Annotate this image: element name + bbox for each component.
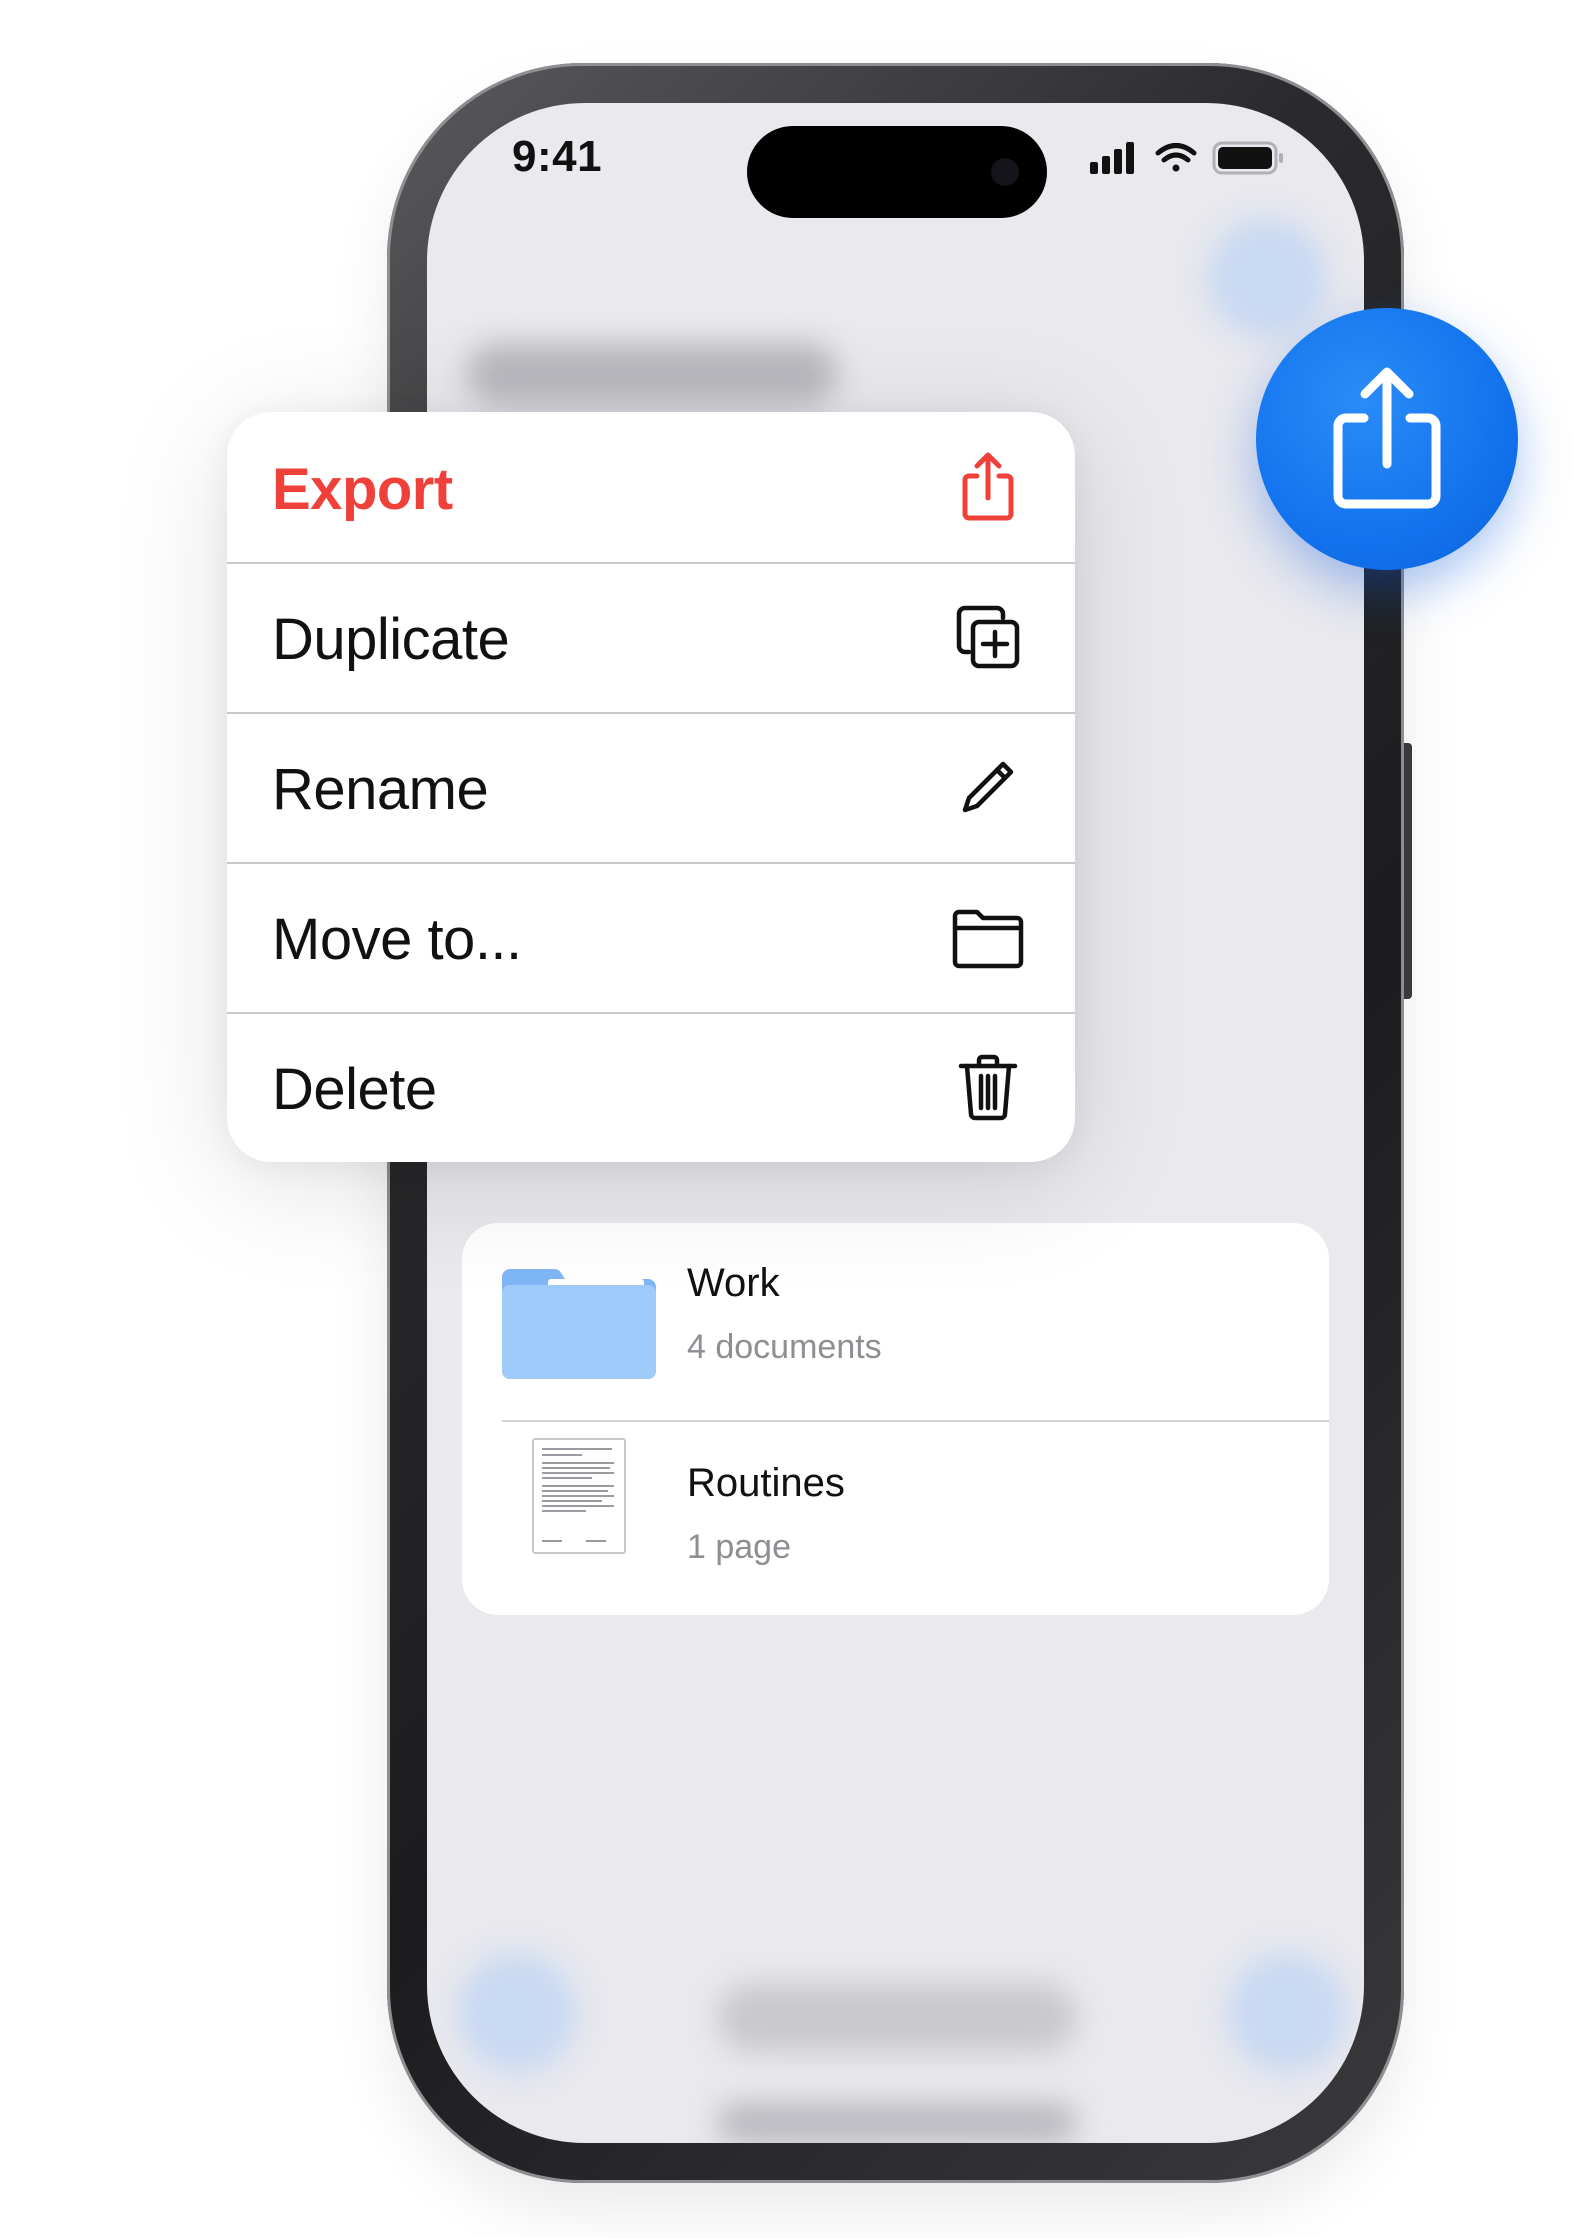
- duplicate-icon: [956, 605, 1020, 669]
- status-time: 9:41: [512, 132, 603, 181]
- menu-item-rename[interactable]: Rename: [227, 712, 1075, 862]
- menu-item-label: Rename: [272, 757, 489, 822]
- cellular-signal-icon: [1090, 142, 1134, 174]
- list-item-routines[interactable]: Routines 1 page: [462, 1423, 1329, 1615]
- dynamic-island: [747, 126, 1047, 218]
- row-subtitle: 1 page: [687, 1528, 791, 1566]
- file-list: Work 4 documents Routines 1 page: [462, 1223, 1329, 1615]
- context-menu: Export Duplicate Rename Move to... Delet…: [227, 412, 1075, 1162]
- menu-item-label: Duplicate: [272, 607, 510, 672]
- share-icon: [1333, 367, 1441, 509]
- status-icons: [1090, 138, 1300, 178]
- side-button: [1404, 743, 1412, 999]
- share-icon: [962, 452, 1014, 521]
- menu-item-label: Move to...: [272, 907, 522, 972]
- blurred-bottom-left-button: [457, 1953, 577, 2073]
- blurred-bottom-right-button: [1227, 1953, 1347, 2073]
- blurred-home-indicator: [717, 2103, 1077, 2143]
- menu-item-delete[interactable]: Delete: [227, 1012, 1075, 1162]
- folder-icon: [952, 909, 1024, 969]
- menu-item-label: Export: [272, 457, 453, 522]
- battery-icon: [1212, 141, 1283, 175]
- menu-item-export[interactable]: Export: [227, 412, 1075, 562]
- blurred-title: [467, 343, 837, 405]
- menu-item-label: Delete: [272, 1057, 437, 1122]
- row-subtitle: 4 documents: [687, 1328, 882, 1366]
- menu-item-duplicate[interactable]: Duplicate: [227, 562, 1075, 712]
- row-title: Work: [687, 1261, 780, 1305]
- trash-icon: [958, 1054, 1018, 1121]
- camera-icon: [991, 158, 1019, 186]
- list-item-work[interactable]: Work 4 documents: [462, 1223, 1329, 1422]
- blurred-top-button: [1207, 218, 1327, 338]
- menu-item-move[interactable]: Move to...: [227, 862, 1075, 1012]
- document-icon: [532, 1438, 626, 1554]
- wifi-icon: [1155, 143, 1197, 172]
- pencil-icon: [962, 761, 1014, 813]
- divider: [502, 1420, 1329, 1422]
- blurred-toolbar: [717, 1983, 1077, 2053]
- share-button[interactable]: [1256, 308, 1518, 570]
- folder-icon: [502, 1268, 656, 1379]
- row-title: Routines: [687, 1461, 845, 1505]
